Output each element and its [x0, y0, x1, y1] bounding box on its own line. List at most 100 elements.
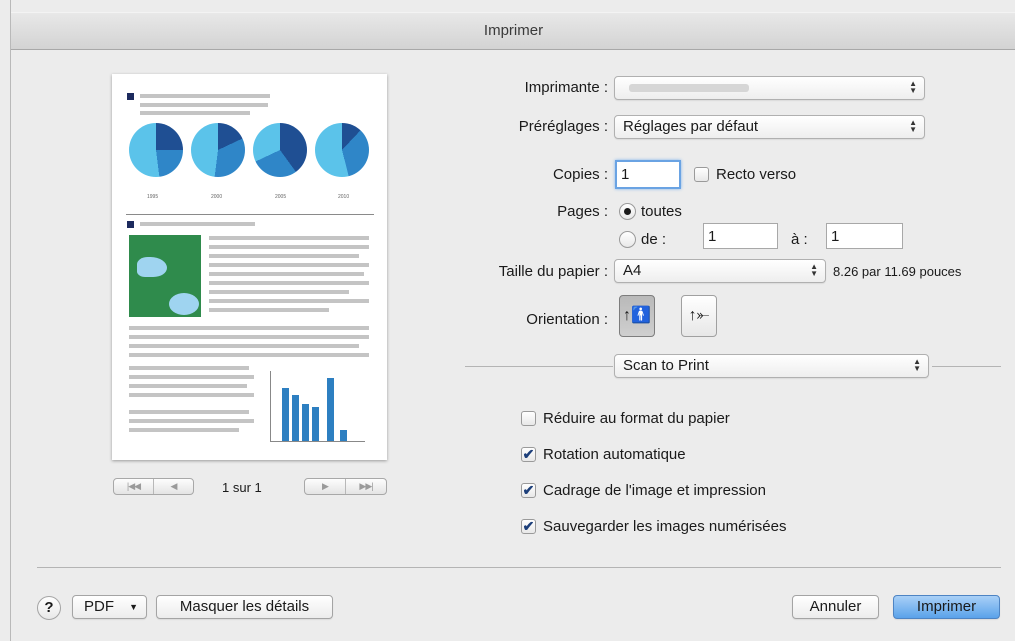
pdf-label: PDF: [84, 598, 114, 615]
pdf-menu-button[interactable]: PDF ▼: [72, 595, 147, 619]
pages-all-radio[interactable]: [619, 203, 636, 220]
save-scanned-images-label: Sauvegarder les images numérisées: [543, 518, 787, 535]
preview-text-line: [209, 308, 329, 312]
preview-text-line: [140, 111, 250, 115]
preview-text-line: [209, 254, 359, 258]
duplex-label: Recto verso: [716, 166, 797, 183]
paper-size-label: Taille du papier :: [498, 263, 608, 280]
preview-divider: [126, 214, 374, 215]
paper-dimensions: 8.26 par 11.69 pouces: [833, 264, 962, 279]
app-section-value: Scan to Print: [623, 357, 709, 374]
copies-input[interactable]: 1: [615, 160, 681, 189]
portrait-icon: ↑🚹: [623, 307, 651, 324]
preview-text-line: [140, 94, 270, 98]
preview-year-label: 1995: [147, 194, 159, 200]
pages-to-label: à :: [791, 231, 808, 248]
preview-text-line: [209, 290, 349, 294]
preview-bar: [312, 407, 319, 441]
landscape-icon: ↑⤜: [688, 307, 710, 324]
footer-separator: [37, 567, 1001, 568]
print-button[interactable]: Imprimer: [893, 595, 1000, 619]
printer-select[interactable]: ▲ ▼: [614, 76, 925, 100]
preview-text-line: [129, 419, 254, 423]
preview-text-line: [129, 375, 254, 379]
reduce-to-paper-checkbox[interactable]: [521, 411, 536, 426]
presets-select[interactable]: Réglages par défaut ▲ ▼: [614, 115, 925, 139]
pages-label: Pages :: [557, 203, 608, 220]
preview-text-line: [209, 281, 369, 285]
preview-text-line: [209, 272, 364, 276]
preview-year-label: 2010: [338, 194, 350, 200]
pages-range-radio[interactable]: [619, 231, 636, 248]
preview-chart-axis: [270, 441, 365, 442]
paper-size-value: A4: [623, 262, 642, 279]
auto-rotate-checkbox[interactable]: ✔: [521, 447, 536, 462]
cancel-button[interactable]: Annuler: [792, 595, 879, 619]
hide-details-button[interactable]: Masquer les détails: [156, 595, 333, 619]
duplex-checkbox[interactable]: [694, 167, 709, 182]
preview-text-line: [129, 428, 239, 432]
title-bar: Imprimer: [11, 12, 1015, 50]
next-page-button[interactable]: ▶: [305, 479, 345, 494]
section-separator-left: [465, 366, 613, 367]
preview-nav-back: |◀◀ ◀: [113, 478, 194, 495]
help-button[interactable]: ?: [37, 596, 61, 620]
landscape-orientation-button[interactable]: ↑⤜: [681, 295, 717, 337]
pages-range-label: de :: [641, 231, 667, 248]
preview-text-line: [140, 103, 268, 107]
popup-arrows-icon: ▲ ▼: [909, 79, 917, 95]
preview-bar: [282, 388, 289, 441]
preview-map-image: [129, 235, 201, 317]
save-scanned-images-checkbox[interactable]: ✔: [521, 519, 536, 534]
preview-pie-chart: [129, 123, 183, 177]
copies-label: Copies :: [552, 166, 608, 183]
crop-and-print-checkbox[interactable]: ✔: [521, 483, 536, 498]
printer-name-redacted: [629, 84, 749, 92]
orientation-label: Orientation :: [526, 311, 608, 328]
preview-text-line: [129, 344, 359, 348]
paper-size-select[interactable]: A4 ▲ ▼: [614, 259, 826, 283]
preview-text-line: [129, 410, 249, 414]
popup-arrows-icon: ▲ ▼: [810, 262, 818, 278]
preview-chart-axis: [270, 371, 271, 441]
window-title: Imprimer: [483, 22, 544, 39]
preview-text-line: [209, 236, 369, 240]
last-page-button[interactable]: ▶▶|: [345, 479, 386, 494]
preview-heading-marker: [127, 93, 134, 100]
preview-text-line: [129, 384, 247, 388]
preview-text-line: [129, 366, 249, 370]
previous-page-button[interactable]: ◀: [153, 479, 193, 494]
presets-label: Préréglages :: [518, 118, 608, 135]
preview-bar: [340, 430, 347, 441]
pages-all-label: toutes: [641, 203, 682, 220]
portrait-orientation-button[interactable]: ↑🚹: [619, 295, 655, 337]
page-indicator: 1 sur 1: [222, 480, 262, 495]
section-separator-right: [932, 366, 1001, 367]
preview-text-line: [209, 299, 369, 303]
chevron-down-icon: ▼: [129, 602, 138, 612]
first-page-button[interactable]: |◀◀: [114, 479, 153, 494]
preview-heading-marker: [127, 221, 134, 228]
preview-text-line: [140, 222, 255, 226]
popup-arrows-icon: ▲ ▼: [909, 118, 917, 134]
preview-bar: [327, 378, 334, 441]
preview-nav-forward: ▶ ▶▶|: [304, 478, 387, 495]
app-section-select[interactable]: Scan to Print ▲ ▼: [614, 354, 929, 378]
popup-arrows-icon: ▲ ▼: [913, 357, 921, 373]
auto-rotate-label: Rotation automatique: [543, 446, 686, 463]
preview-bar: [302, 404, 309, 441]
preview-text-line: [129, 326, 369, 330]
preview-map-water: [137, 257, 167, 277]
preview-text-line: [129, 393, 254, 397]
preview-bar: [292, 395, 299, 441]
presets-value: Réglages par défaut: [623, 118, 759, 135]
preview-text-line: [209, 245, 369, 249]
preview-pie-chart: [191, 123, 245, 177]
preview-year-label: 2000: [211, 194, 223, 200]
preview-text-line: [129, 353, 369, 357]
preview-pie-chart: [253, 123, 307, 177]
printer-label: Imprimante :: [524, 79, 608, 96]
pages-from-input[interactable]: 1: [703, 223, 778, 249]
preview-pie-chart: [315, 123, 369, 177]
pages-to-input[interactable]: 1: [826, 223, 903, 249]
